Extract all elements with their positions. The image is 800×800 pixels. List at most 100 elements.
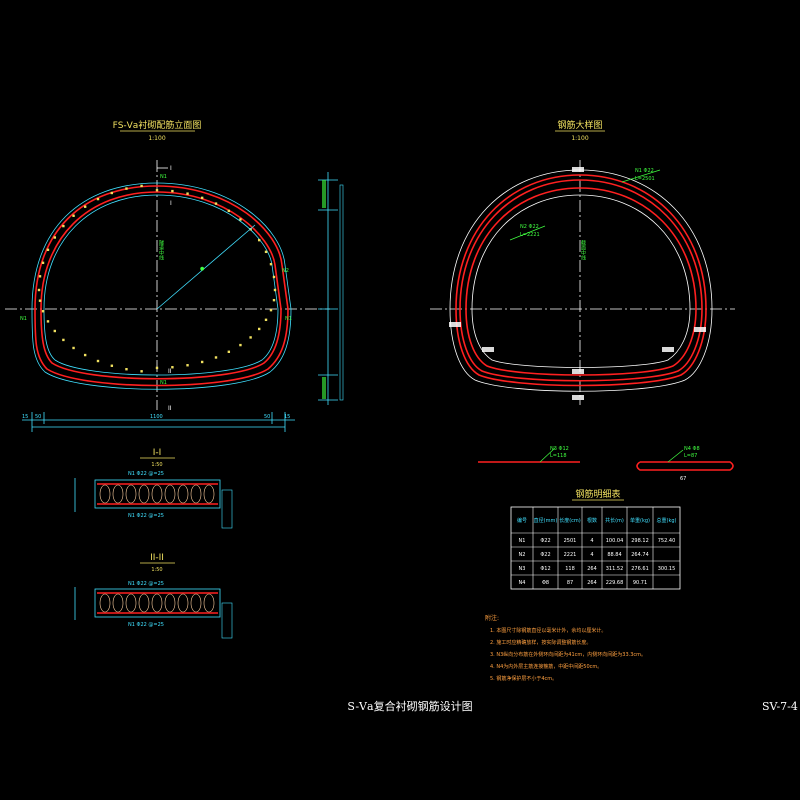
section-I-top-label: N1 Φ22 @=25 [128,471,164,477]
section-tie [99,593,111,613]
table-header-cell: 编号 [517,517,527,524]
section-tie [138,484,150,504]
tie-marker [53,329,57,333]
table-cell: 90.71 [633,580,647,586]
table-cell: Φ8 [542,580,549,586]
drawing-main-title: S-Ⅴa复合衬砌钢筋设计图 [347,699,472,713]
table-cell: 264 [587,566,597,572]
section-tie [177,484,189,504]
tie-marker [272,298,276,302]
section-mark-I-top: I [170,165,172,172]
left-view-title: FS-Ⅴa衬砌配筋立面图 [113,119,202,131]
section-I-title: I-I [153,448,162,458]
label-n1-right: N1 [285,316,292,322]
table-cell: 300.15 [658,566,676,572]
table-cell: 88.84 [607,552,621,558]
dim-left1: 15 [22,414,28,420]
section-II-title: II-II [150,553,164,563]
section-II-top-label: N1 Φ22 @=25 [128,581,164,587]
table-cell: 2221 [564,552,577,558]
table-cell: Φ22 [540,552,550,558]
dim-marker [322,377,326,399]
section-tie [164,593,176,613]
tie-marker [171,189,174,193]
section-I-detail: I-I 1:50 N1 Φ22 @=25 N1 Φ22 @=25 [74,448,233,529]
radius-label-mark: ● [200,266,205,272]
tie-marker [272,275,276,279]
tie-marker [83,205,87,208]
section-tie [138,593,150,613]
dim-outer-box [339,184,344,401]
tie-marker [110,364,114,367]
section-tie [203,593,215,613]
detail-n2-label: N2 Φ22 [520,224,539,230]
detail-vertical-label: 截面中线 [580,239,586,260]
tie-marker [249,336,252,339]
label-n1-bottom: N1 [160,380,167,386]
tie-marker [37,288,41,292]
tie-marker [186,192,189,195]
dimension-tag [572,369,584,374]
n4-length: L=87 [684,453,697,459]
dim-left2: 50 [35,414,41,420]
dimension-tag [572,395,584,400]
section-tie [203,484,215,504]
tie-marker [96,197,100,201]
tie-marker [140,370,143,373]
tie-marker [110,191,114,195]
table-cell: 4 [590,552,593,558]
table-header-cell: 单重(kg) [630,517,650,524]
n3-label: N3 Φ12 [550,446,569,452]
dimension-tag [662,347,674,352]
dim-total: 1100 [150,414,163,420]
dimension-tag [449,322,461,327]
table-cell: 100.04 [606,538,624,544]
tie-marker [38,275,42,278]
n4-label: N4 Φ8 [684,446,700,452]
table-header-cell: 直径(mm) [534,517,558,524]
section-I-bottom-label: N1 Φ22 @=25 [128,513,164,519]
section-tie [125,593,137,613]
tie-marker [239,218,242,221]
table-cell: 264 [587,580,597,586]
tie-marker [38,299,42,302]
dim-right2: 15 [284,414,290,420]
lining-inner-outline [43,194,279,376]
section-II-side-box [221,602,233,639]
n4-bar-shape [636,461,734,471]
tie-marker [41,310,45,313]
tie-marker [72,346,75,350]
section-tie [151,484,163,504]
tie-marker [257,238,261,242]
section-II-scale: 1:50 [151,567,162,573]
dim-right1: 50 [264,414,270,420]
section-tie [190,484,202,504]
table-cell: N1 [519,538,526,544]
section-tie [112,484,124,504]
table-cell: 752.40 [658,538,676,544]
tie-marker [239,343,242,347]
tie-marker [214,356,218,359]
dimension-tag [482,347,494,352]
table-grid: 编号 直径(mm) 长度(cm) 根数 共长(m) 单重(kg) 总重(kg) N1 Φ22 25… [510,506,681,590]
dimension-tag [694,327,706,332]
section-I-scale: 1:50 [151,462,162,468]
table-cell: N3 [519,566,526,572]
tie-marker [200,196,204,200]
radius-line [156,224,256,310]
tie-marker [46,248,50,252]
tie-marker [155,366,159,370]
table-header-cell: 长度(cm) [559,517,581,524]
section-tie [99,484,111,504]
tie-marker [227,209,231,213]
section-I-ties [99,484,215,504]
label-n1-left: N1 [20,316,27,322]
table-cell: 87 [567,580,573,586]
tie-marker [41,261,45,265]
label-n1-top: N1 [160,174,167,180]
table-cell: 276.61 [631,566,649,572]
tie-marker [53,236,57,239]
table-cell: 118 [565,566,575,572]
notes-title: 附注: [485,614,499,622]
bar-shapes: N3 Φ12 L=118 N4 Φ8 L=87 67 [478,446,734,482]
